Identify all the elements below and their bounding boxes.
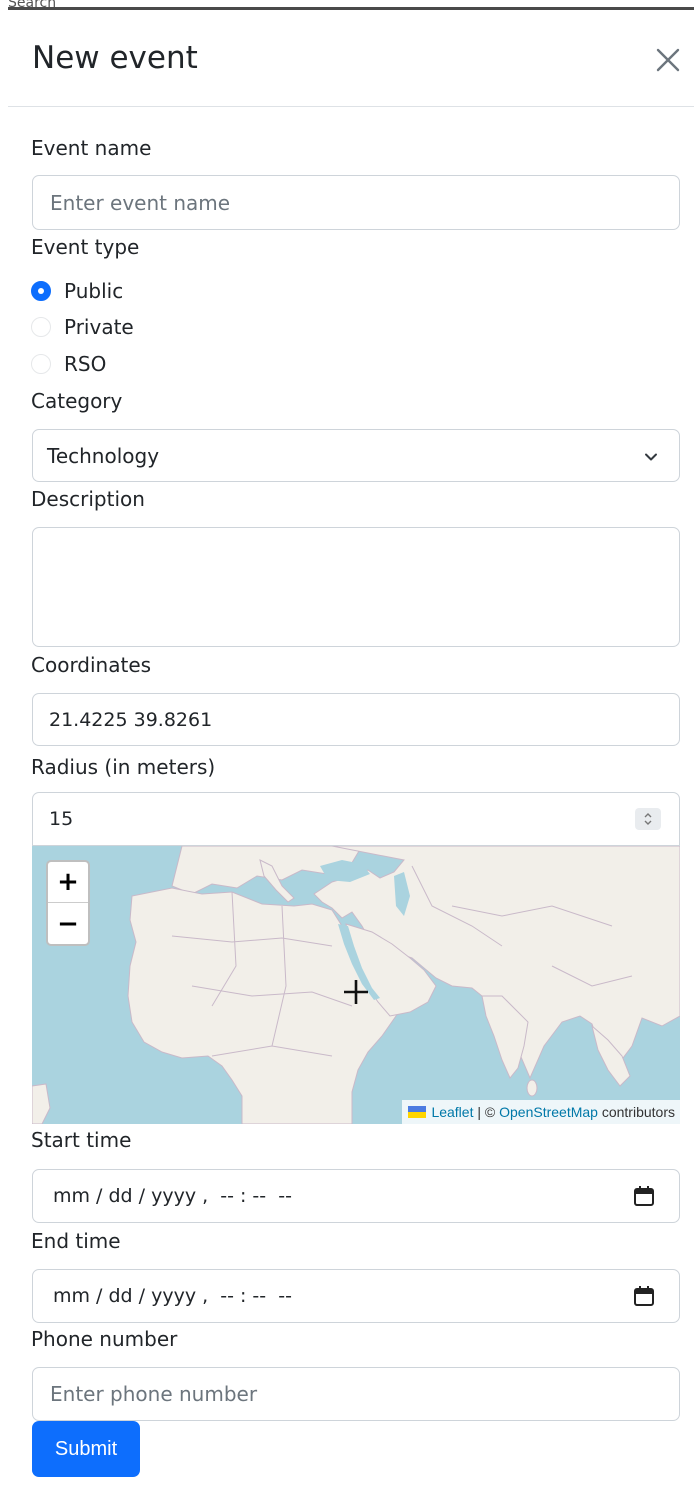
leaflet-link[interactable]: Leaflet xyxy=(431,1104,473,1120)
radio-public-label: Public xyxy=(64,279,124,303)
submit-button[interactable]: Submit xyxy=(32,1421,140,1477)
category-label: Category xyxy=(31,389,123,413)
radius-value: 15 xyxy=(49,808,74,830)
ukraine-flag-icon xyxy=(408,1106,427,1118)
event-name-input[interactable]: Enter event name xyxy=(32,175,680,230)
zoom-out-button[interactable]: − xyxy=(48,903,88,944)
category-select[interactable]: Technology xyxy=(32,429,680,482)
radio-rso-button[interactable] xyxy=(31,354,51,374)
close-icon xyxy=(656,48,680,72)
event-type-label: Event type xyxy=(31,235,140,259)
attribution-tail: contributors xyxy=(597,1104,675,1120)
phone-number-label: Phone number xyxy=(31,1327,178,1351)
number-spinner[interactable] xyxy=(635,808,661,830)
radio-public-button[interactable] xyxy=(31,281,51,301)
category-selected-value: Technology xyxy=(47,443,160,468)
end-time-input[interactable]: mm / dd / yyyy , -- : -- -- xyxy=(32,1269,680,1323)
map-zoom-control: + − xyxy=(46,860,90,946)
crosshair-icon xyxy=(344,980,368,1004)
radio-rso-label: RSO xyxy=(64,352,107,376)
description-textarea[interactable] xyxy=(32,527,680,647)
description-label: Description xyxy=(31,487,145,511)
coordinates-label: Coordinates xyxy=(31,653,152,677)
radio-private[interactable]: Private xyxy=(31,312,134,342)
map-attribution: Leaflet | © OpenStreetMap contributors xyxy=(402,1100,680,1124)
new-event-modal: New event Event name Enter event name Ev… xyxy=(8,10,694,1495)
modal-header: New event xyxy=(8,10,694,107)
radio-public[interactable]: Public xyxy=(31,276,123,306)
start-time-label: Start time xyxy=(31,1128,132,1152)
calendar-icon[interactable] xyxy=(633,1285,655,1307)
end-time-label: End time xyxy=(31,1229,121,1253)
zoom-in-button[interactable]: + xyxy=(48,862,88,903)
phone-number-input[interactable]: Enter phone number xyxy=(32,1367,680,1421)
end-time-value: mm / dd / yyyy , -- : -- -- xyxy=(53,1285,292,1307)
chevron-down-icon xyxy=(645,453,657,461)
spinner-arrows-icon xyxy=(644,813,652,825)
openstreetmap-link[interactable]: OpenStreetMap xyxy=(499,1104,598,1120)
radius-input[interactable]: 15 xyxy=(32,792,680,846)
attribution-separator: | © xyxy=(473,1104,500,1120)
calendar-icon[interactable] xyxy=(633,1185,655,1207)
close-button[interactable] xyxy=(652,44,684,76)
modal-title: New event xyxy=(32,40,198,76)
radius-label: Radius (in meters) xyxy=(31,755,216,779)
radio-private-label: Private xyxy=(64,315,134,339)
coordinates-input[interactable]: 21.4225 39.8261 xyxy=(32,693,680,746)
start-time-value: mm / dd / yyyy , -- : -- -- xyxy=(53,1185,292,1207)
start-time-input[interactable]: mm / dd / yyyy , -- : -- -- xyxy=(32,1169,680,1223)
background-page-strip: Search xyxy=(0,0,694,10)
event-name-label: Event name xyxy=(31,136,152,160)
radio-rso[interactable]: RSO xyxy=(31,349,106,379)
radio-private-button[interactable] xyxy=(31,317,51,337)
location-map[interactable]: + − Leaflet | © OpenStreetMap contributo… xyxy=(32,846,680,1124)
